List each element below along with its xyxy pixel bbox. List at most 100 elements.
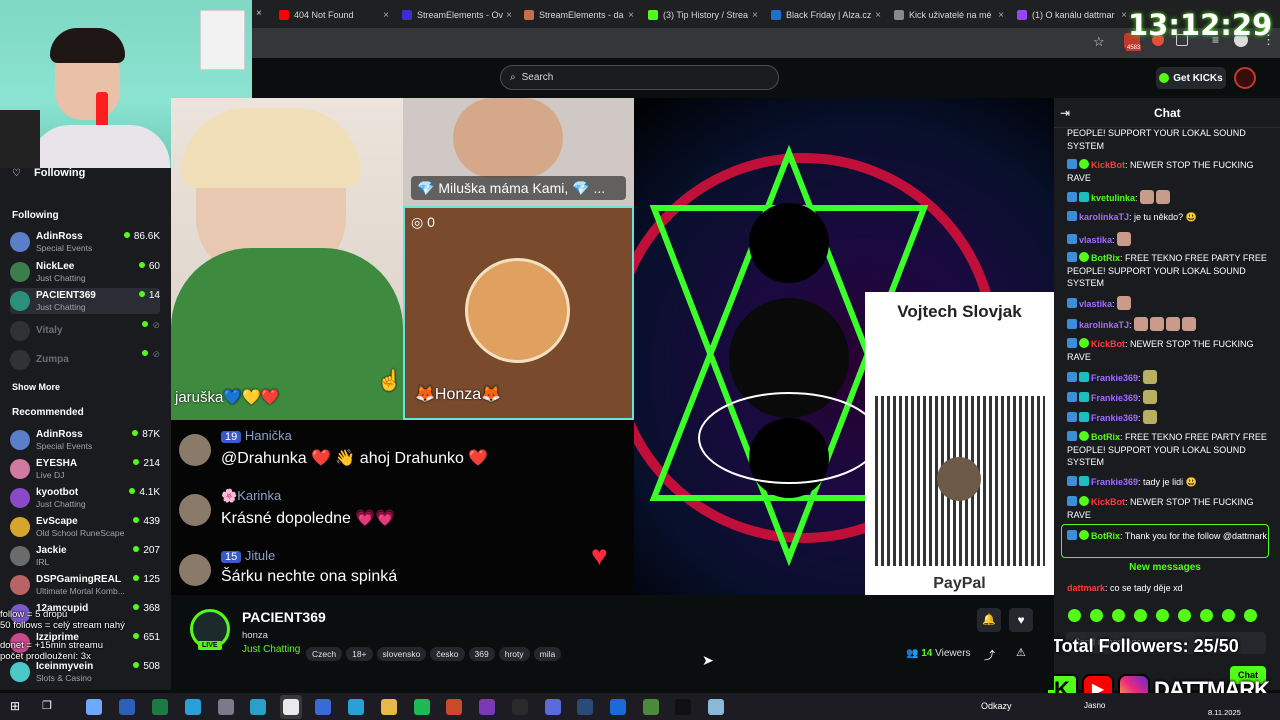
word-icon[interactable] bbox=[119, 699, 135, 715]
close-icon[interactable]: × bbox=[383, 10, 389, 21]
chat-username[interactable]: vlastika bbox=[1079, 235, 1112, 245]
excel-icon[interactable] bbox=[152, 699, 168, 715]
new-messages-banner[interactable]: New messages bbox=[1061, 562, 1269, 573]
close-icon[interactable]: × bbox=[998, 10, 1004, 21]
close-icon[interactable]: × bbox=[1121, 10, 1127, 21]
outlook-icon[interactable] bbox=[610, 699, 626, 715]
user-avatar[interactable] bbox=[1234, 67, 1256, 89]
discord-icon[interactable] bbox=[545, 699, 561, 715]
emote-icon[interactable] bbox=[1244, 609, 1257, 622]
emote-icon[interactable] bbox=[1156, 609, 1169, 622]
stream-tag[interactable]: Czech bbox=[306, 647, 343, 661]
browser-tab[interactable]: (3) Tip History / Strea × bbox=[648, 4, 758, 26]
show-more-link[interactable]: Show More bbox=[12, 382, 60, 392]
chat-username[interactable]: karolinkaTJ bbox=[1079, 212, 1129, 222]
emote-icon[interactable] bbox=[1178, 609, 1191, 622]
video-player[interactable]: ◎ 0 🦊Honza🦊 💎 Miluška máma Kami, 💎 ... j… bbox=[171, 98, 1054, 595]
chat-username[interactable]: vlastika bbox=[1079, 299, 1112, 309]
avatar bbox=[10, 232, 30, 252]
emote-icon[interactable] bbox=[1112, 609, 1125, 622]
report-icon[interactable]: ⚠ bbox=[1016, 646, 1026, 659]
stream-tag[interactable]: 18+ bbox=[346, 647, 373, 661]
chat-username[interactable]: kvetulinka bbox=[1091, 193, 1135, 203]
browser-tab[interactable]: (1) O kanálu dattmar × bbox=[1017, 4, 1127, 26]
emote-icon[interactable] bbox=[1068, 609, 1081, 622]
sidebar-channel-item[interactable]: DSPGamingREAL Ultimate Mortal Komb... 125 bbox=[10, 572, 160, 598]
stream-tag[interactable]: slovensko bbox=[376, 647, 427, 661]
telegram-icon[interactable] bbox=[185, 699, 201, 715]
sidebar-following-title[interactable]: Following bbox=[34, 167, 85, 179]
browser-tab[interactable]: StreamElements - da × bbox=[524, 4, 634, 26]
browser-tab[interactable]: Kick uživatelé na mé × bbox=[894, 4, 1004, 26]
file-explorer-icon[interactable] bbox=[381, 699, 397, 715]
chat-username[interactable]: Frankie369 bbox=[1091, 393, 1138, 403]
onenote-icon[interactable] bbox=[479, 699, 495, 715]
sidebar-channel-item[interactable]: Jackie IRL 207 bbox=[10, 543, 160, 569]
close-icon[interactable]: × bbox=[506, 10, 512, 21]
edge-icon[interactable] bbox=[250, 699, 266, 715]
tiktok-comments: 19 Hanička @Drahunka ❤️ 👋 ahoj Drahunko ❤… bbox=[171, 420, 634, 595]
steam-icon[interactable] bbox=[577, 699, 593, 715]
emote-icon[interactable] bbox=[1222, 609, 1235, 622]
stream-tag[interactable]: česko bbox=[430, 647, 465, 661]
chat-username[interactable]: Frankie369 bbox=[1091, 413, 1138, 423]
viewer-count: 207 bbox=[133, 545, 160, 556]
app-icon[interactable] bbox=[708, 699, 724, 715]
sidebar-channel-item[interactable]: AdinRoss Special Events 86.6K bbox=[10, 229, 160, 255]
browser-tab[interactable]: 404 Not Found × bbox=[279, 4, 389, 26]
chat-username[interactable]: karolinkaTJ bbox=[1079, 320, 1129, 330]
bookmark-star-icon[interactable]: ☆ bbox=[1093, 34, 1105, 50]
stream-category[interactable]: Just Chatting bbox=[242, 644, 300, 655]
sidebar-channel-item[interactable]: Vitaly ⊘ bbox=[10, 318, 160, 344]
share-icon[interactable]: ⤴ bbox=[984, 647, 995, 663]
stream-tag[interactable]: mila bbox=[533, 647, 562, 661]
emote-icon[interactable] bbox=[1200, 609, 1213, 622]
weather-app-icon[interactable] bbox=[86, 699, 102, 715]
channel-name[interactable]: PACIENT369 bbox=[242, 609, 326, 625]
chat-username[interactable]: Frankie369 bbox=[1091, 477, 1138, 487]
windows-start-icon[interactable]: ⊞ bbox=[10, 699, 20, 713]
stream-tag[interactable]: 369 bbox=[468, 647, 495, 661]
sidebar-channel-item[interactable]: EYESHA Live DJ 214 bbox=[10, 456, 160, 482]
task-view-icon[interactable]: ❐ bbox=[42, 699, 52, 712]
stream-title: honza bbox=[242, 630, 268, 641]
search-input[interactable]: Search bbox=[522, 72, 554, 83]
chat-username[interactable]: KickBot bbox=[1091, 339, 1125, 349]
sidebar-channel-item[interactable]: Zumpa ⊘ bbox=[10, 347, 160, 373]
chat-username[interactable]: KickBot bbox=[1091, 497, 1125, 507]
emote-icon[interactable] bbox=[1090, 609, 1103, 622]
search-bar[interactable]: ⌕ Search bbox=[500, 65, 779, 90]
stream-tag[interactable]: hroty bbox=[498, 647, 530, 661]
sidebar-channel-item[interactable]: NickLee Just Chatting 60 bbox=[10, 259, 160, 285]
powerpoint-icon[interactable] bbox=[446, 699, 462, 715]
browser-tab[interactable]: StreamElements - Ov × bbox=[402, 4, 512, 26]
emote-icon[interactable] bbox=[1134, 609, 1147, 622]
sidebar-channel-item[interactable]: PACIENT369 Just Chatting 14 bbox=[10, 288, 160, 314]
close-icon[interactable]: × bbox=[628, 10, 634, 21]
sidebar-channel-item[interactable]: Iceinmyvein Slots & Casino 508 bbox=[10, 659, 160, 685]
chat-username[interactable]: Frankie369 bbox=[1091, 373, 1138, 383]
spotify-icon[interactable] bbox=[414, 699, 430, 715]
tiktok-icon[interactable] bbox=[675, 699, 691, 715]
channel-name: Jackie bbox=[36, 545, 67, 556]
chat-username[interactable]: BotRix bbox=[1091, 432, 1120, 442]
taskbar-links[interactable]: Odkazy bbox=[981, 701, 1012, 711]
minecraft-icon[interactable] bbox=[643, 699, 659, 715]
obs-icon[interactable] bbox=[512, 699, 528, 715]
notification-bell-icon[interactable]: 🔔 bbox=[977, 608, 1001, 632]
follow-heart-icon[interactable]: ♥ bbox=[1009, 608, 1033, 632]
close-icon[interactable]: × bbox=[875, 10, 881, 21]
chat-username[interactable]: KickBot bbox=[1091, 160, 1125, 170]
chat-username[interactable]: BotRix bbox=[1091, 253, 1120, 263]
telegram-icon[interactable] bbox=[348, 699, 364, 715]
sidebar-channel-item[interactable]: AdinRoss Special Events 87K bbox=[10, 427, 160, 453]
close-icon[interactable]: × bbox=[256, 8, 262, 19]
close-icon[interactable]: × bbox=[752, 10, 758, 21]
app-icon[interactable] bbox=[218, 699, 234, 715]
browser-tab[interactable]: Black Friday | Alza.cz × bbox=[771, 4, 881, 26]
get-kicks-button[interactable]: Get KICKs bbox=[1156, 67, 1226, 89]
app-icon[interactable] bbox=[315, 699, 331, 715]
sidebar-channel-item[interactable]: kyootbot Just Chatting 4.1K bbox=[10, 485, 160, 511]
collapse-chat-icon[interactable]: ⇥ bbox=[1060, 106, 1070, 120]
sidebar-channel-item[interactable]: EvScape Old School RuneScape 439 bbox=[10, 514, 160, 540]
